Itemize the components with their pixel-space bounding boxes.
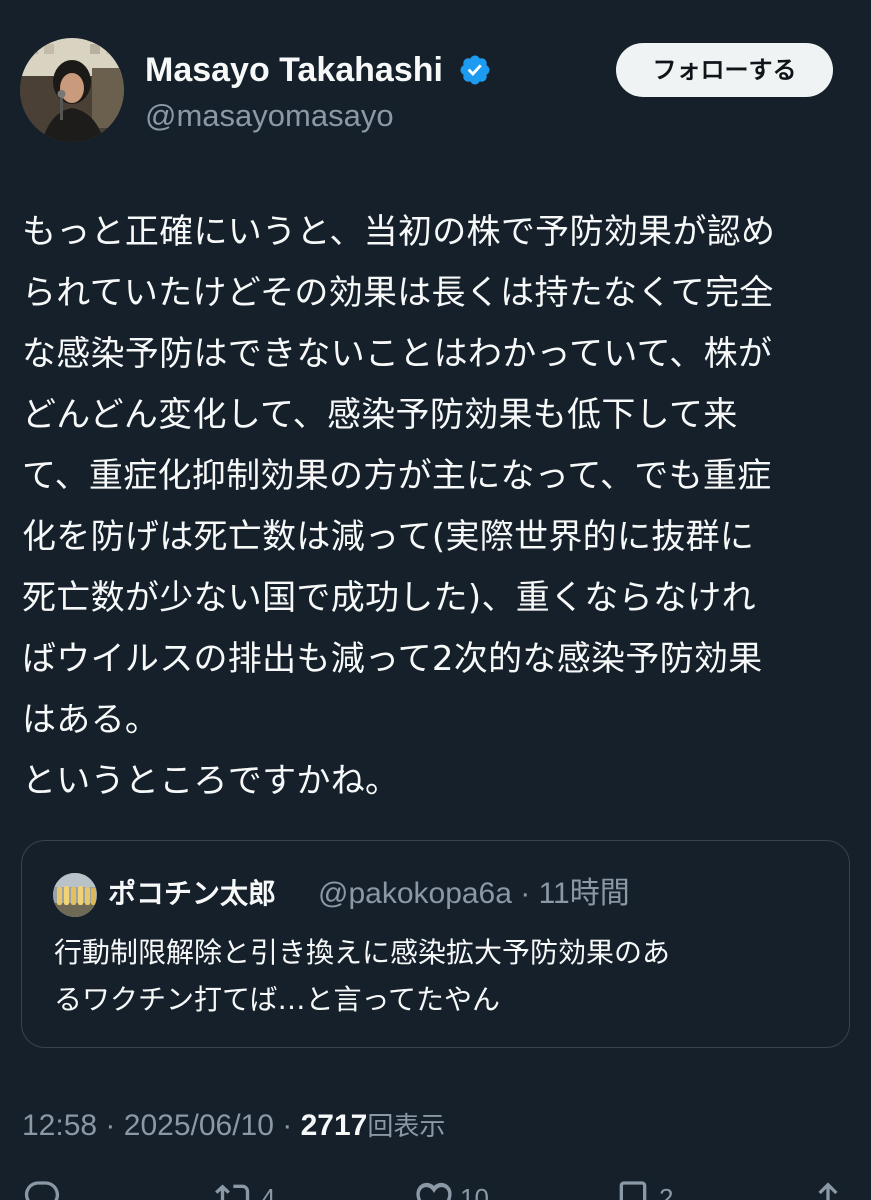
quoted-author-name: ポコチン太郎 <box>108 877 277 910</box>
quoted-author-avatar <box>53 873 97 917</box>
bookmark-count: 2 <box>659 1183 674 1200</box>
tweet-text-line: どんどん変化して、感染予防効果も低下して来 <box>22 395 738 435</box>
tweet-text: もっと正確にいうと、当初の株で予防効果が認め られていたけどその効果は長くは持た… <box>22 202 852 812</box>
verified-badge-icon <box>460 55 490 85</box>
heart-icon <box>416 1182 452 1200</box>
author-avatar[interactable] <box>20 38 124 142</box>
retweet-button[interactable]: 4 <box>215 1178 305 1200</box>
tweet-text-line: というところですかね。 <box>22 761 400 801</box>
author-handle[interactable]: @masayomasayo <box>145 94 394 138</box>
quoted-text-line: るワクチン打てば…と言ってたやん <box>54 983 501 1016</box>
follow-button[interactable]: フォローする <box>616 43 833 97</box>
share-icon <box>818 1182 838 1200</box>
tweet-text-line: な感染予防はできないことはわかっていて、株が <box>22 334 773 374</box>
profile-photo <box>20 38 124 142</box>
tweet-text-line: て、重症化抑制効果の方が主になって、でも重症 <box>22 456 772 496</box>
author-display-name[interactable]: Masayo Takahashi <box>145 48 443 92</box>
quoted-profile-photo-icon <box>53 873 97 917</box>
quoted-text-line: 行動制限解除と引き換えに感染拡大予防効果のあ <box>54 936 671 969</box>
like-count: 10 <box>460 1183 489 1200</box>
tweet-timestamp-row: 12:58 · 2025/06/10 · 2717回表示 <box>22 1106 445 1147</box>
like-button[interactable]: 10 <box>414 1178 514 1200</box>
retweet-icon <box>215 1184 250 1200</box>
tweet-text-line: 化を防げは死亡数は減って(実際世界的に抜群に <box>22 517 755 557</box>
tweet-text-line: はある。 <box>22 700 160 740</box>
tweet-time[interactable]: 12:58 <box>22 1109 97 1142</box>
separator-dot: · <box>282 1109 293 1142</box>
tweet-date[interactable]: 2025/06/10 <box>124 1109 274 1142</box>
views-count: 2717 <box>300 1109 368 1142</box>
separator-dot: · <box>105 1109 116 1142</box>
reply-icon <box>24 1181 60 1200</box>
views-label: 回表示 <box>367 1112 446 1142</box>
tweet-text-line: 死亡数が少ない国で成功した)、重くならなけれ <box>22 578 756 618</box>
bookmark-button[interactable]: 2 <box>613 1178 703 1200</box>
tweet-text-line: ばウイルスの排出も減って2次的な感染予防効果 <box>22 639 763 679</box>
tweet-text-line: もっと正確にいうと、当初の株で予防効果が認め <box>22 212 776 252</box>
quoted-tweet-text: 行動制限解除と引き換えに感染拡大予防効果のあ るワクチン打てば…と言ってたやん <box>54 929 824 1023</box>
retweet-count: 4 <box>261 1183 276 1200</box>
tweet-text-line: られていたけどその効果は長くは持たなくて完全 <box>22 273 774 313</box>
bookmark-icon <box>619 1181 647 1200</box>
reply-button[interactable] <box>22 1178 66 1200</box>
tweet-actions-bar: 4 10 2 <box>0 1178 871 1200</box>
quoted-tweet-card[interactable]: ポコチン太郎 @pakokopa6a · 11時間 行動制限解除と引き換えに感染… <box>21 840 850 1048</box>
tweet-header: Masayo Takahashi @masayomasayo フォローする <box>0 0 871 170</box>
quoted-author-meta: @pakokopa6a · 11時間 <box>318 877 630 910</box>
share-button[interactable] <box>808 1178 852 1200</box>
